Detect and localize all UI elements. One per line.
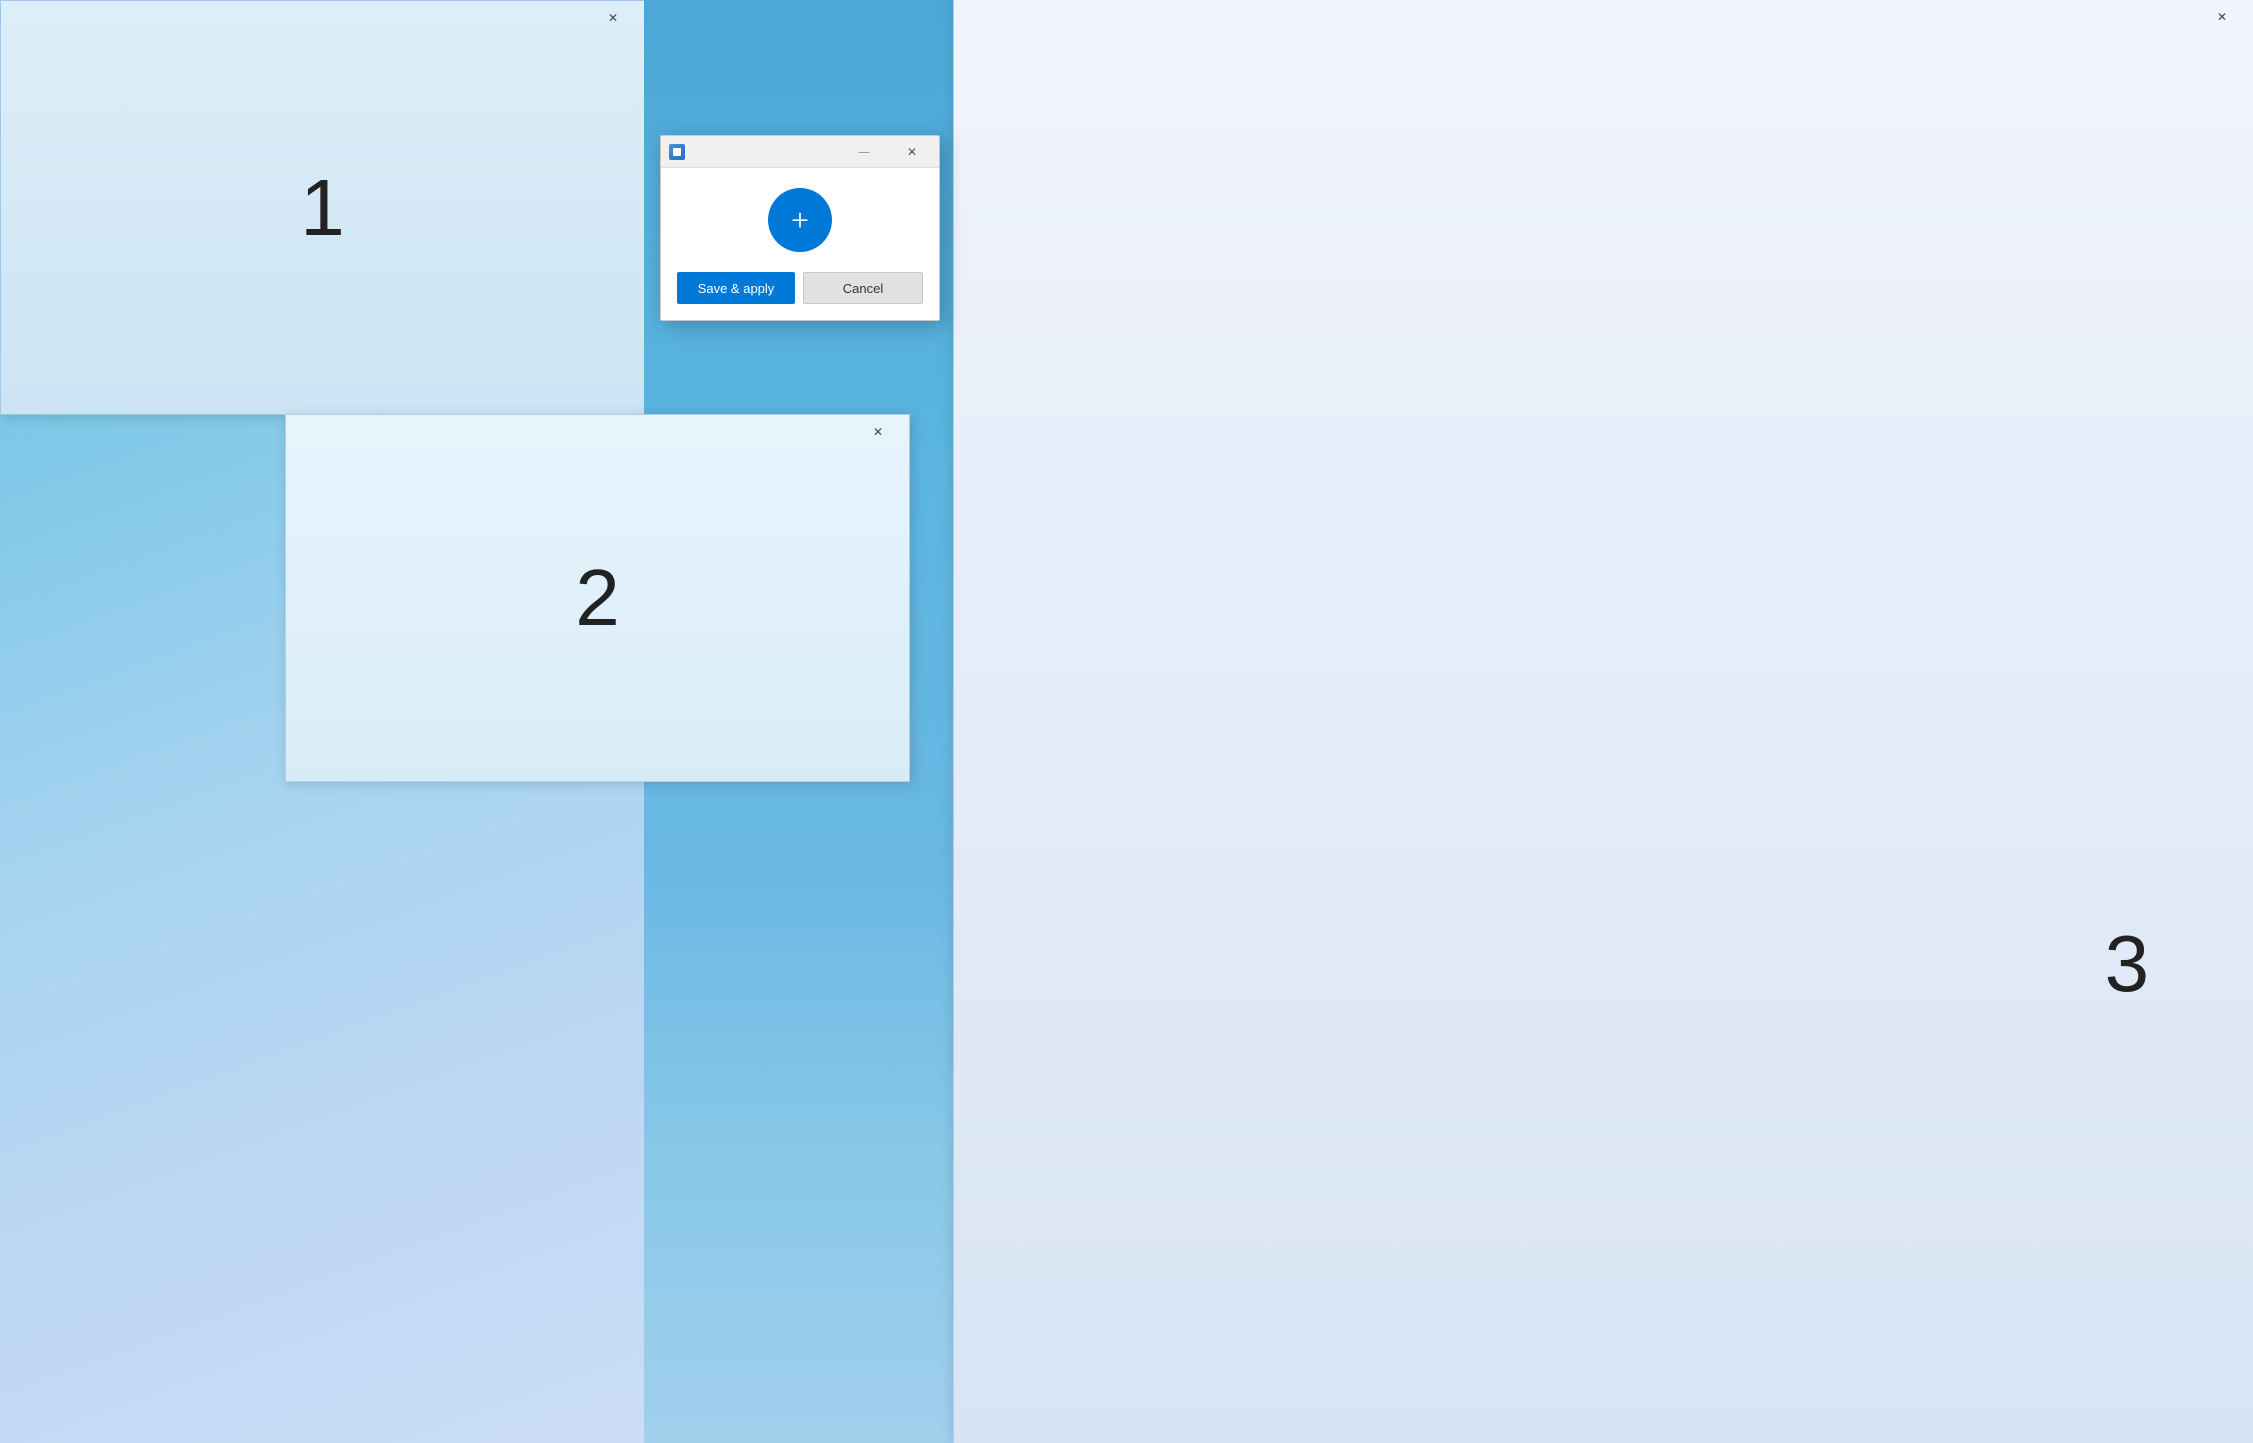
dialog-minimize-button[interactable]: —	[841, 138, 887, 166]
window-2: ✕ 2	[285, 414, 910, 782]
window-2-close-button[interactable]: ✕	[855, 416, 901, 448]
dialog-titlebar: — ✕	[661, 136, 939, 168]
window-1-number: 1	[300, 162, 345, 254]
dialog-controls: — ✕	[841, 136, 935, 168]
cancel-button[interactable]: Cancel	[803, 272, 923, 304]
dialog: — ✕ + Save & apply Cancel	[660, 135, 940, 321]
window-2-number: 2	[575, 552, 620, 644]
add-button[interactable]: +	[768, 188, 832, 252]
window-2-titlebar: ✕	[286, 415, 909, 449]
dialog-close-button[interactable]: ✕	[889, 138, 935, 166]
window-3: ✕ 3	[953, 0, 2253, 1443]
save-apply-button[interactable]: Save & apply	[677, 272, 795, 304]
dialog-app-icon	[669, 144, 685, 160]
window-1-close-button[interactable]: ✕	[590, 2, 636, 34]
dialog-actions: Save & apply Cancel	[677, 272, 923, 304]
window-1: ✕ 1	[0, 0, 645, 415]
dialog-body: + Save & apply Cancel	[661, 168, 939, 320]
plus-icon: +	[791, 204, 809, 236]
window-3-number: 3	[2105, 918, 2150, 1010]
window-1-titlebar: ✕	[1, 1, 644, 35]
window-3-titlebar: ✕	[954, 0, 2253, 34]
window-3-close-button[interactable]: ✕	[2199, 1, 2245, 33]
